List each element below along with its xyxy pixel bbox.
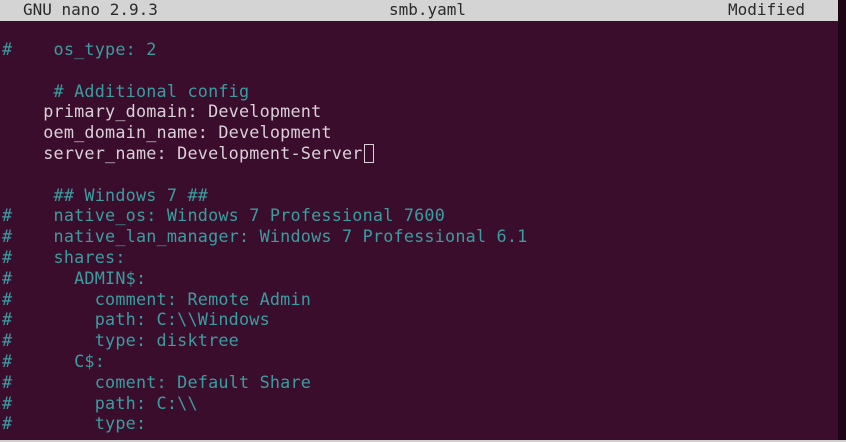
line-text: # path: C:\\Windows bbox=[2, 309, 270, 330]
line-text: primary_domain: Development bbox=[2, 101, 322, 122]
editor-line[interactable]: # path: C:\\Windows bbox=[2, 309, 527, 330]
line-text: oem_domain_name: Development bbox=[2, 122, 332, 143]
editor-line[interactable] bbox=[2, 164, 527, 185]
editor-line[interactable]: # shares: bbox=[2, 247, 527, 268]
text-cursor bbox=[363, 143, 374, 163]
line-text: # path: C:\\ bbox=[2, 392, 198, 413]
line-text: # Additional config bbox=[2, 80, 250, 101]
editor-line[interactable]: # native_os: Windows 7 Professional 7600 bbox=[2, 205, 527, 226]
nano-title-bar: GNU nano 2.9.3 smb.yaml Modified bbox=[0, 0, 838, 21]
editor-line[interactable]: oem_domain_name: Development bbox=[2, 122, 527, 143]
line-text: server_name: Development-Server bbox=[2, 142, 363, 163]
line-text: # type: disktree bbox=[2, 330, 239, 351]
line-text: # os_type: 2 bbox=[2, 39, 157, 59]
editor-line[interactable]: server_name: Development-Server bbox=[2, 143, 527, 164]
editor-line[interactable]: # os_type: 2 bbox=[2, 39, 527, 60]
editor-line[interactable]: # ADMIN$: bbox=[2, 268, 527, 289]
editor-line[interactable]: # type: disktree bbox=[2, 330, 527, 351]
editor-line[interactable]: # native_lan_manager: Windows 7 Professi… bbox=[2, 226, 527, 247]
editor-line[interactable]: primary_domain: Development bbox=[2, 101, 527, 122]
app-version: GNU nano 2.9.3 bbox=[23, 0, 158, 19]
window-edge bbox=[838, 0, 846, 442]
line-text: # type: bbox=[2, 413, 147, 434]
editor-line[interactable]: # C$: bbox=[2, 351, 527, 372]
editor-text-area[interactable]: # os_type: 2 # Additional config primary… bbox=[2, 39, 527, 434]
editor-line[interactable]: # comment: Remote Admin bbox=[2, 289, 527, 310]
editor-line[interactable]: # type: bbox=[2, 413, 527, 434]
modified-status: Modified bbox=[728, 0, 806, 19]
editor-line[interactable] bbox=[2, 60, 527, 81]
line-text: # coment: Default Share bbox=[2, 371, 312, 392]
editor-line[interactable]: ## Windows 7 ## bbox=[2, 185, 527, 206]
file-name: smb.yaml bbox=[389, 0, 467, 19]
editor-line[interactable]: # path: C:\\ bbox=[2, 393, 527, 414]
line-text: # native_lan_manager: Windows 7 Professi… bbox=[2, 226, 528, 247]
line-text: # shares: bbox=[2, 246, 126, 267]
editor-line[interactable]: # Additional config bbox=[2, 81, 527, 102]
editor-line[interactable]: # coment: Default Share bbox=[2, 372, 527, 393]
line-text: # native_os: Windows 7 Professional 7600 bbox=[2, 205, 446, 226]
line-text: # comment: Remote Admin bbox=[2, 288, 312, 309]
line-text: # C$: bbox=[2, 350, 106, 371]
line-text: # ADMIN$: bbox=[2, 267, 147, 288]
line-text: ## Windows 7 ## bbox=[2, 184, 209, 205]
